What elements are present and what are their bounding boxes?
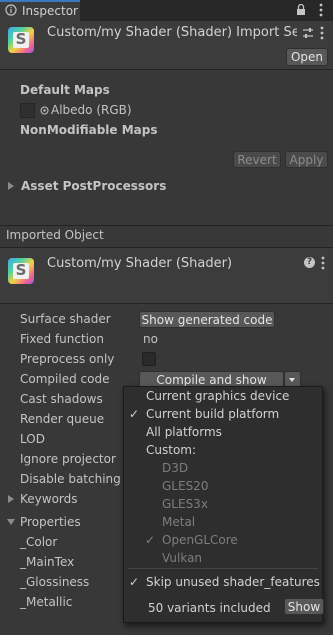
fixed-function-label: Fixed function bbox=[20, 332, 104, 346]
compile-options-menu: Current graphics device ✓ Current build … bbox=[123, 386, 324, 623]
menu-item-skip-unused-shader-features[interactable]: Skip unused shader_features bbox=[146, 575, 320, 589]
object-picker-icon[interactable] bbox=[40, 106, 49, 115]
imported-object-header: S Custom/my Shader (Shader) ? bbox=[0, 248, 333, 304]
menu-item-custom: Custom: bbox=[146, 443, 197, 457]
help-icon[interactable]: ? bbox=[304, 257, 315, 268]
surface-shader-label: Surface shader bbox=[20, 312, 111, 326]
menu-item-vulkan[interactable]: Vulkan bbox=[162, 551, 202, 565]
foldout-arrow-icon[interactable] bbox=[8, 495, 14, 503]
ignore-projector-label: Ignore projector bbox=[20, 452, 116, 466]
property-item: _Glossiness bbox=[20, 575, 90, 589]
check-icon: ✓ bbox=[129, 575, 140, 589]
open-button[interactable]: Open bbox=[286, 48, 328, 66]
foldout-open-arrow-icon[interactable] bbox=[7, 519, 15, 525]
more-icon[interactable] bbox=[320, 26, 324, 40]
fixed-function-value: no bbox=[143, 332, 158, 346]
lod-label: LOD bbox=[20, 432, 45, 446]
tab-inspector[interactable]: Inspector bbox=[0, 0, 80, 21]
property-item: _Color bbox=[20, 535, 58, 549]
property-item: _Metallic bbox=[20, 595, 73, 609]
revert-button[interactable]: Revert bbox=[233, 151, 281, 168]
check-icon: ✓ bbox=[145, 533, 156, 547]
page-title: Custom/my Shader (Shader) Import Setting… bbox=[47, 25, 297, 40]
tab-label: Inspector bbox=[22, 4, 78, 18]
asset-header: S Custom/my Shader (Shader) Import Setti… bbox=[0, 21, 333, 70]
divider bbox=[0, 225, 333, 226]
lock-icon[interactable] bbox=[296, 4, 306, 16]
menu-divider bbox=[128, 568, 318, 569]
show-generated-code-button[interactable]: Show generated code bbox=[139, 311, 275, 328]
menu-item-metal[interactable]: Metal bbox=[162, 515, 195, 529]
tab-bar: Inspector bbox=[0, 0, 333, 21]
preprocess-only-label: Preprocess only bbox=[20, 352, 115, 366]
menu-item-gles20[interactable]: GLES20 bbox=[162, 479, 208, 493]
default-maps-label: Default Maps bbox=[20, 83, 110, 97]
menu-item-d3d[interactable]: D3D bbox=[162, 461, 188, 475]
nonmodifiable-maps-label: NonModifiable Maps bbox=[20, 123, 158, 137]
render-queue-label: Render queue bbox=[20, 412, 105, 426]
albedo-label: Albedo (RGB) bbox=[51, 103, 132, 117]
disable-batching-label: Disable batching bbox=[20, 472, 121, 486]
imported-object-title: Custom/my Shader (Shader) bbox=[47, 256, 233, 271]
shader-icon: S bbox=[8, 27, 34, 53]
settings-sliders-icon[interactable] bbox=[302, 27, 314, 39]
show-variants-button[interactable]: Show bbox=[284, 598, 324, 615]
properties-foldout[interactable]: Properties bbox=[20, 515, 81, 529]
check-icon: ✓ bbox=[129, 407, 140, 421]
property-item: _MainTex bbox=[20, 555, 75, 569]
compiled-code-label: Compiled code bbox=[20, 372, 110, 386]
menu-item-openglcore[interactable]: OpenGLCore bbox=[162, 533, 238, 547]
menu-item-current-build-platform[interactable]: Current build platform bbox=[146, 407, 279, 421]
menu-item-gles3x[interactable]: GLES3x bbox=[162, 497, 208, 511]
shader-icon: S bbox=[8, 258, 34, 284]
asset-postprocessors-label[interactable]: Asset PostProcessors bbox=[21, 179, 166, 193]
albedo-texture-slot[interactable] bbox=[20, 103, 35, 118]
more-icon[interactable] bbox=[321, 256, 325, 270]
imported-object-label: Imported Object bbox=[6, 228, 104, 242]
chevron-down-icon bbox=[289, 378, 295, 382]
cast-shadows-label: Cast shadows bbox=[20, 392, 103, 406]
preprocess-only-checkbox[interactable] bbox=[142, 352, 156, 366]
menu-item-current-graphics-device[interactable]: Current graphics device bbox=[146, 389, 289, 403]
keywords-foldout[interactable]: Keywords bbox=[20, 492, 78, 506]
apply-button[interactable]: Apply bbox=[285, 151, 328, 168]
variants-included-label: 50 variants included bbox=[148, 601, 271, 615]
menu-item-all-platforms[interactable]: All platforms bbox=[146, 425, 222, 439]
more-icon[interactable] bbox=[319, 3, 323, 17]
info-icon bbox=[5, 4, 17, 16]
foldout-arrow-icon[interactable] bbox=[8, 182, 14, 190]
